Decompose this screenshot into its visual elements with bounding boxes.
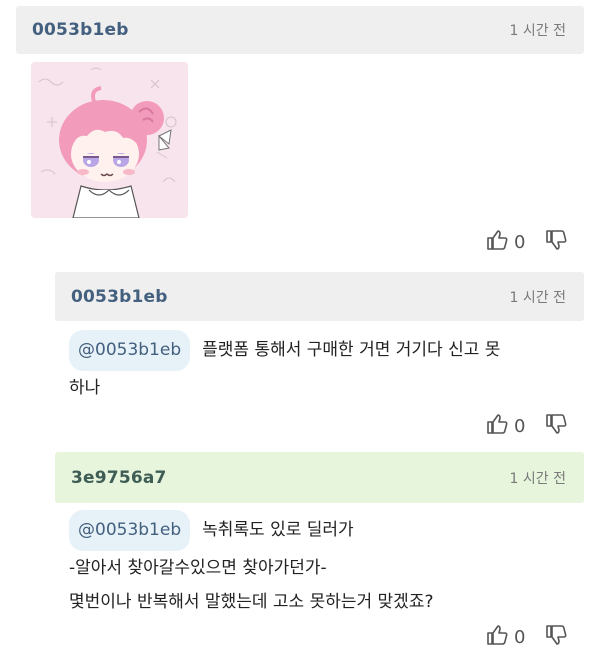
comment-body: @0053b1eb 녹취록도 있로 딜러가 -알아서 찾아갈수있으면 찾아가던가-… — [69, 510, 584, 619]
vote-row: 0 — [486, 229, 567, 256]
thumbs-up-icon[interactable] — [486, 624, 508, 651]
like-count: 0 — [514, 232, 526, 253]
thumbs-down-icon[interactable] — [545, 229, 567, 256]
comment-text: 녹취록도 있로 딜러가 — [202, 520, 354, 540]
thumbs-up-icon[interactable] — [486, 413, 508, 440]
comment-time: 1 시간 전 — [509, 289, 566, 306]
vote-row: 0 — [486, 624, 567, 651]
thumbs-down-icon[interactable] — [545, 624, 567, 651]
comment-line: @0053b1eb 녹취록도 있로 딜러가 — [69, 510, 584, 551]
like-count: 0 — [514, 416, 526, 437]
thumbs-up-icon[interactable] — [486, 229, 508, 256]
comment-author[interactable]: 0053b1eb — [71, 287, 168, 307]
mention-chip[interactable]: @0053b1eb — [69, 330, 191, 371]
sticker-image — [31, 62, 188, 218]
like-count: 0 — [514, 627, 526, 648]
comment-time: 1 시간 전 — [509, 470, 566, 487]
comment-text: 플랫폼 통해서 구매한 거면 거기다 신고 못 — [202, 340, 501, 360]
comment-header: 0053b1eb 1 시간 전 — [16, 6, 584, 54]
comment-body: @0053b1eb 플랫폼 통해서 구매한 거면 거기다 신고 못 하나 — [69, 330, 584, 405]
reply-header: 3e9756a7 1 시간 전 — [55, 452, 584, 503]
comment-author[interactable]: 3e9756a7 — [71, 468, 167, 488]
comment-author[interactable]: 0053b1eb — [32, 20, 129, 40]
reply-header: 0053b1eb 1 시간 전 — [55, 272, 584, 321]
vote-row: 0 — [486, 413, 567, 440]
thumbs-down-icon[interactable] — [545, 413, 567, 440]
comment-line: @0053b1eb 플랫폼 통해서 구매한 거면 거기다 신고 못 — [69, 330, 584, 371]
comment-time: 1 시간 전 — [509, 23, 566, 39]
comment-line: 하나 — [69, 378, 101, 398]
comment-line: -알아서 찾아갈수있으면 찾아가던가- — [69, 558, 327, 578]
mention-chip[interactable]: @0053b1eb — [69, 510, 191, 551]
comment-line: 몇번이나 반복해서 말했는데 고소 못하는거 맞겠죠? — [69, 592, 434, 612]
